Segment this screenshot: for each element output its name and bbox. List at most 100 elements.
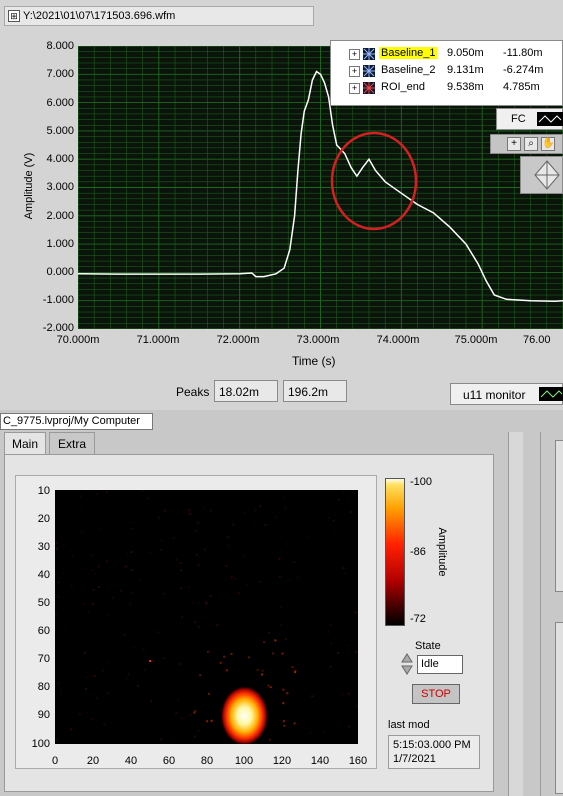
peak-value-1[interactable]: 18.02m xyxy=(214,380,278,402)
heatmap-pixel xyxy=(193,735,196,738)
heatmap-pixel xyxy=(161,539,164,542)
heatmap-pixel xyxy=(88,611,90,614)
cursor-row-baseline-2[interactable]: + Baseline_2 9.131m -6.274m xyxy=(335,64,561,79)
heatmap-pixel xyxy=(194,709,197,712)
heatmap-pixel xyxy=(95,697,98,700)
heatmap-pixel xyxy=(204,503,207,506)
heatmap-pixel xyxy=(156,631,159,634)
x-tick: 75.000m xyxy=(454,334,498,346)
heatmap-pixel xyxy=(272,652,275,655)
heatmap-pixel xyxy=(205,596,208,599)
heatmap-svg[interactable] xyxy=(55,490,359,746)
heatmap-pixel xyxy=(327,557,329,559)
heatmap-pixel xyxy=(79,725,82,728)
heatmap-pixel xyxy=(260,532,263,535)
heatmap-pixel xyxy=(294,671,296,674)
heatmap-pixel xyxy=(107,614,110,617)
side-control[interactable] xyxy=(555,622,563,794)
heatmap-pixel xyxy=(268,631,271,634)
peak-value-2[interactable]: 196.2m xyxy=(283,380,347,402)
heatmap-pixel xyxy=(63,626,66,629)
y-tick: 80 xyxy=(37,681,50,693)
heatmap-pixel xyxy=(163,509,166,512)
u11-monitor-label: u11 monitor xyxy=(463,388,526,402)
heatmap-pixel xyxy=(226,536,229,539)
cursor-x-value[interactable]: 9.050m xyxy=(447,47,484,59)
x-tick: 74.000m xyxy=(376,334,420,346)
heatmap-pixel xyxy=(159,548,162,551)
heatmap-pixel xyxy=(106,692,109,695)
cursor-row-baseline-1[interactable]: + Baseline_1 9.050m -11.80m xyxy=(335,47,561,62)
heatmap-pixel xyxy=(293,560,296,563)
y-tick: 8.000 xyxy=(46,40,74,52)
heatmap-pixel xyxy=(129,521,132,523)
heatmap-pixel xyxy=(55,613,57,616)
cursor-y-value[interactable]: -6.274m xyxy=(503,64,543,76)
heatmap-pixel xyxy=(296,576,299,579)
heatmap-pixel xyxy=(240,588,242,590)
heatmap-pixel xyxy=(161,622,163,625)
cursor-navigation-icon[interactable] xyxy=(520,156,563,194)
colorbar-label: Amplitude xyxy=(436,527,448,577)
heatmap-pixel xyxy=(84,675,87,678)
cursor-name[interactable]: Baseline_1 xyxy=(379,47,438,59)
heatmap-pixel xyxy=(105,560,108,562)
state-value[interactable]: Idle xyxy=(417,655,463,674)
x-tick: 76.00 xyxy=(523,334,551,346)
zoom-tool-icon[interactable]: ⌕ xyxy=(524,137,538,151)
heatmap-pixel xyxy=(209,595,212,597)
cursor-y-value[interactable]: -11.80m xyxy=(503,47,543,59)
heatmap-pixel xyxy=(143,668,146,671)
monitor-line-swatch-icon xyxy=(539,387,563,401)
heatmap-pixel xyxy=(255,615,257,617)
heatmap-pixel xyxy=(286,579,289,582)
vertical-scrollbar[interactable] xyxy=(508,432,523,796)
stop-button[interactable]: STOP xyxy=(412,684,460,704)
cursor-name[interactable]: Baseline_2 xyxy=(379,64,437,76)
heatmap-pixel xyxy=(56,647,58,649)
heatmap-pixel xyxy=(224,613,227,616)
heatmap-pixel xyxy=(79,495,82,498)
heatmap-pixel xyxy=(320,545,322,547)
cursor-y-value[interactable]: 4.785m xyxy=(503,81,540,93)
file-path-display[interactable]: ⊞ Y:\2021\01\07\171503.696.wfm xyxy=(4,6,314,26)
heatmap-pixel xyxy=(89,573,91,575)
tab-main[interactable]: Main xyxy=(4,432,46,454)
state-spinner-icon[interactable] xyxy=(401,652,413,676)
expand-icon[interactable]: + xyxy=(349,49,360,60)
side-control[interactable] xyxy=(555,440,563,592)
intensity-heatmap[interactable] xyxy=(55,490,359,746)
heatmap-pixel xyxy=(100,581,103,584)
expand-icon[interactable]: + xyxy=(349,66,360,77)
heatmap-pixel xyxy=(230,576,233,579)
cursor-x-value[interactable]: 9.538m xyxy=(447,81,484,93)
u11-monitor-legend[interactable]: u11 monitor xyxy=(450,383,563,405)
heatmap-pixel xyxy=(158,516,160,519)
plot-legend[interactable]: FC xyxy=(496,108,563,130)
cursor-row-roi-end[interactable]: + ROI_end 9.538m 4.785m xyxy=(335,81,561,96)
heatmap-pixel xyxy=(93,675,96,677)
heatmap-pixel xyxy=(318,656,320,658)
heatmap-pixel xyxy=(278,557,281,560)
heatmap-pixel xyxy=(103,723,106,726)
heatmap-pixel xyxy=(175,704,177,706)
heatmap-pixel xyxy=(94,572,97,575)
heatmap-pixel xyxy=(268,738,271,741)
heatmap-pixel xyxy=(197,626,200,628)
cursor-legend[interactable]: + Baseline_1 9.050m -11.80m + Baseline_2… xyxy=(330,40,563,106)
tab-extra[interactable]: Extra xyxy=(49,432,95,454)
heatmap-pixel xyxy=(225,669,228,672)
heatmap-pixel xyxy=(284,506,287,509)
cursor-x-value[interactable]: 9.131m xyxy=(447,64,484,76)
cursor-tool-icon[interactable]: + xyxy=(507,137,521,151)
heatmap-pixel xyxy=(254,509,257,512)
heatmap-pixel xyxy=(283,724,286,727)
expand-icon[interactable]: + xyxy=(349,83,360,94)
cursor-name[interactable]: ROI_end xyxy=(379,81,427,93)
amplitude-colorbar[interactable] xyxy=(385,478,405,626)
pan-hand-icon[interactable]: ✋ xyxy=(541,137,555,151)
heatmap-pixel xyxy=(221,574,223,576)
heatmap-pixel xyxy=(197,602,200,604)
heatmap-pixel xyxy=(342,490,345,493)
x-tick: 100 xyxy=(234,755,254,767)
